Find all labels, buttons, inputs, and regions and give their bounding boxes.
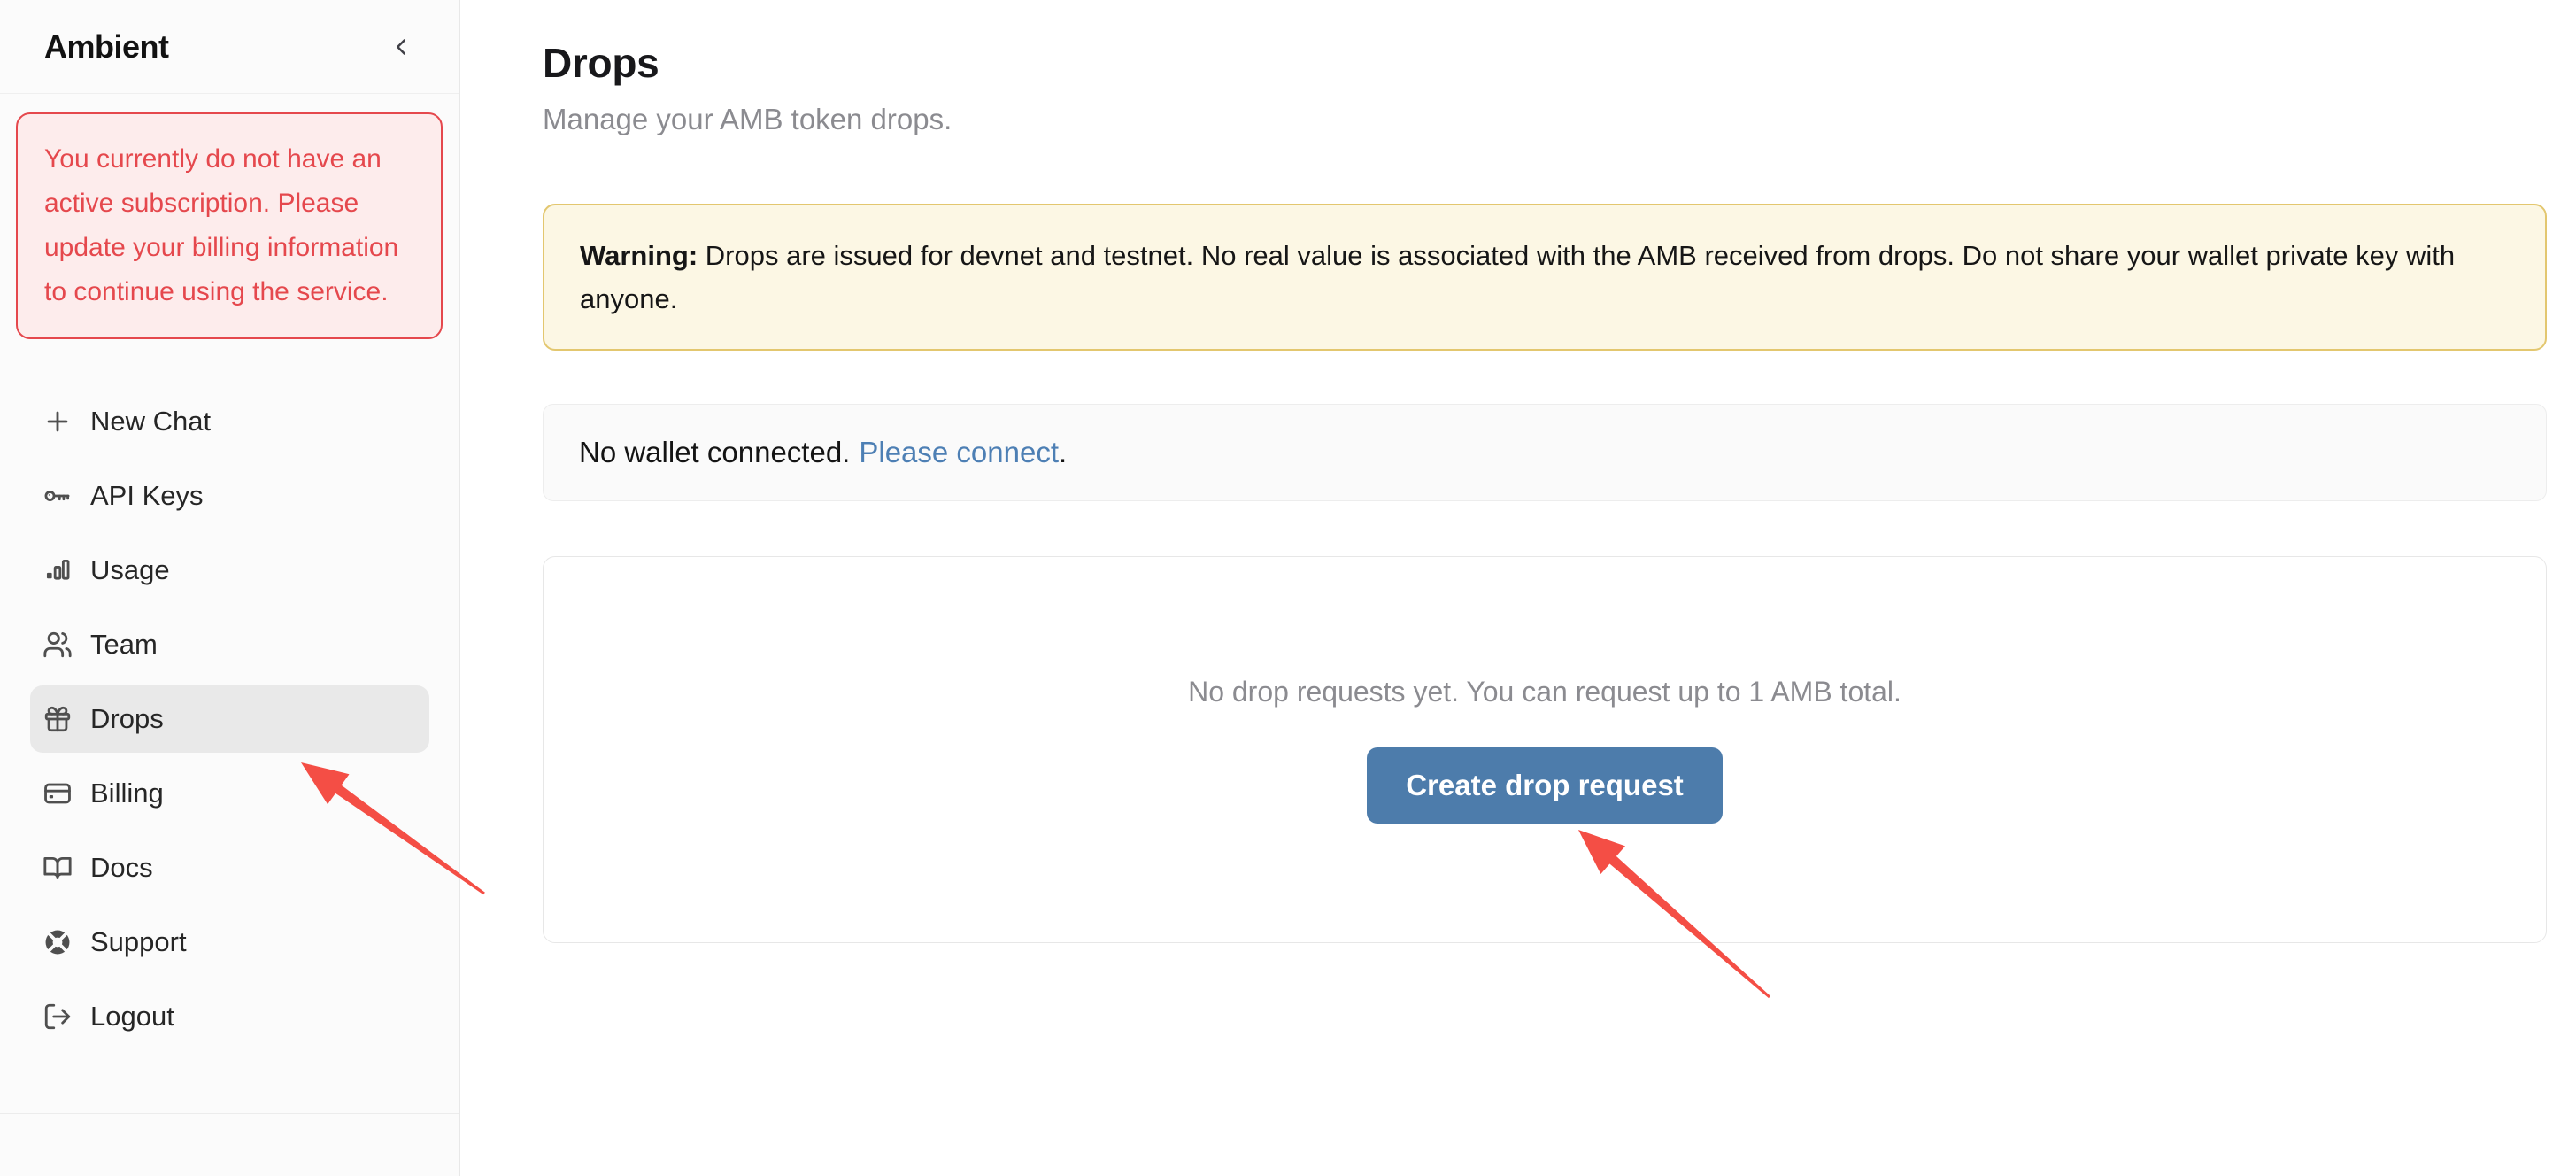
sidebar-item-drops[interactable]: Drops bbox=[30, 685, 429, 753]
sidebar-item-label: Usage bbox=[90, 554, 170, 586]
sidebar-header: Ambient bbox=[0, 0, 459, 94]
sidebar-item-billing[interactable]: Billing bbox=[30, 760, 429, 827]
sidebar-item-label: Docs bbox=[90, 852, 153, 884]
main-content: Drops Manage your AMB token drops. Warni… bbox=[460, 0, 2576, 1176]
app-title: Ambient bbox=[44, 28, 169, 66]
chevron-left-icon bbox=[388, 34, 414, 60]
sidebar-item-label: API Keys bbox=[90, 480, 204, 512]
drop-requests-card: No drop requests yet. You can request up… bbox=[543, 556, 2547, 943]
sidebar-item-label: Drops bbox=[90, 703, 164, 735]
wallet-status-box: No wallet connected. Please connect . bbox=[543, 404, 2547, 501]
sidebar-item-label: New Chat bbox=[90, 406, 211, 437]
sidebar-item-label: Support bbox=[90, 926, 187, 958]
sidebar-item-label: Logout bbox=[90, 1001, 174, 1033]
wallet-status-suffix: . bbox=[1059, 436, 1067, 469]
sidebar-item-usage[interactable]: Usage bbox=[30, 537, 429, 604]
sidebar-item-docs[interactable]: Docs bbox=[30, 834, 429, 901]
page-title: Drops bbox=[543, 39, 2547, 87]
empty-state-message: No drop requests yet. You can request up… bbox=[1188, 676, 1901, 708]
sidebar-footer bbox=[0, 1113, 459, 1176]
sidebar-item-new-chat[interactable]: New Chat bbox=[30, 388, 429, 455]
connect-wallet-link[interactable]: Please connect bbox=[859, 436, 1059, 469]
users-icon bbox=[42, 630, 73, 660]
key-icon bbox=[42, 481, 73, 511]
sidebar-item-label: Billing bbox=[90, 778, 164, 809]
log-out-icon bbox=[42, 1002, 73, 1032]
page-subtitle: Manage your AMB token drops. bbox=[543, 101, 2547, 138]
subscription-alert: You currently do not have an active subs… bbox=[16, 112, 443, 339]
life-buoy-icon bbox=[42, 927, 73, 957]
sidebar-item-team[interactable]: Team bbox=[30, 611, 429, 678]
warning-banner: Warning: Drops are issued for devnet and… bbox=[543, 204, 2547, 351]
credit-card-icon bbox=[42, 778, 73, 808]
bar-chart-icon bbox=[42, 555, 73, 585]
sidebar-item-label: Team bbox=[90, 629, 158, 661]
warning-text: Drops are issued for devnet and testnet.… bbox=[580, 240, 2455, 314]
create-drop-request-button[interactable]: Create drop request bbox=[1367, 747, 1723, 824]
sidebar-item-logout[interactable]: Logout bbox=[30, 983, 429, 1050]
book-open-icon bbox=[42, 853, 73, 883]
sidebar-collapse-button[interactable] bbox=[382, 27, 420, 66]
sidebar-item-support[interactable]: Support bbox=[30, 909, 429, 976]
sidebar-item-api-keys[interactable]: API Keys bbox=[30, 462, 429, 530]
sidebar-nav: New Chat API Keys Usage bbox=[0, 388, 459, 1050]
plus-icon bbox=[42, 406, 73, 437]
sidebar: Ambient You currently do not have an act… bbox=[0, 0, 460, 1176]
wallet-status-text: No wallet connected. bbox=[579, 436, 850, 469]
warning-label: Warning: bbox=[580, 240, 698, 271]
gift-icon bbox=[42, 704, 73, 734]
